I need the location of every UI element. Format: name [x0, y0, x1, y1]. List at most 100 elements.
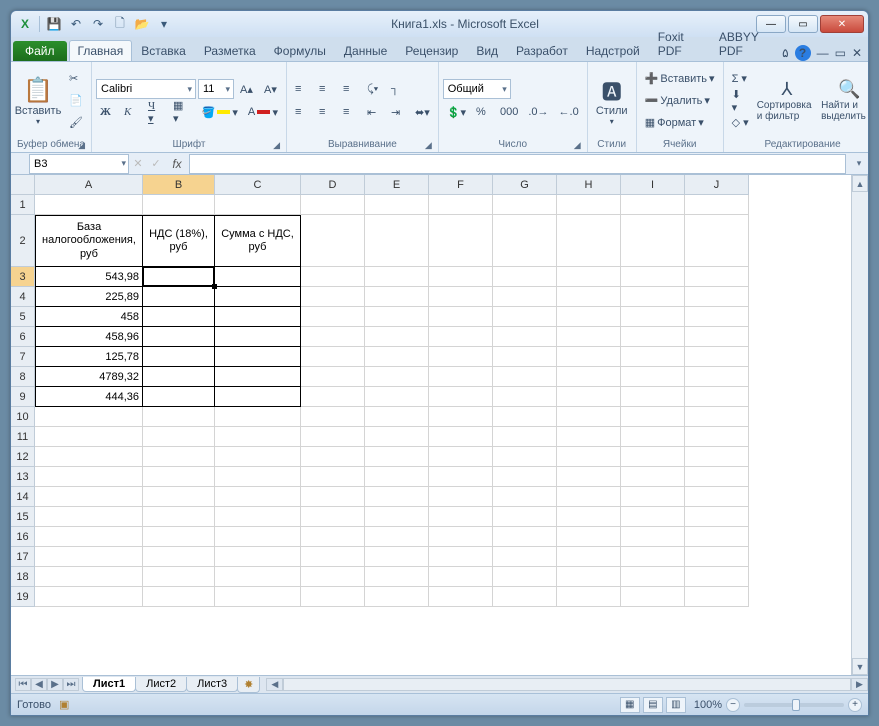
cell[interactable] [429, 267, 493, 287]
cell[interactable] [429, 447, 493, 467]
new-icon[interactable]: 🗋 [110, 14, 130, 34]
cell[interactable] [35, 407, 143, 427]
column-header[interactable]: F [429, 175, 493, 195]
cell[interactable] [685, 427, 749, 447]
cell[interactable] [493, 527, 557, 547]
cell[interactable]: 458 [35, 307, 143, 327]
fill-button[interactable]: ⬇ ▾ [728, 91, 753, 111]
dec-decimal-button[interactable]: ←.0 [555, 102, 583, 122]
cell[interactable] [493, 427, 557, 447]
cell[interactable] [301, 307, 365, 327]
zoom-level[interactable]: 100% [694, 699, 722, 711]
wrap-text-button[interactable]: ┐ [387, 79, 409, 99]
cell[interactable] [493, 287, 557, 307]
cell[interactable] [557, 387, 621, 407]
cell[interactable] [215, 587, 301, 607]
cell[interactable] [621, 547, 685, 567]
cell[interactable] [685, 547, 749, 567]
cell[interactable] [493, 487, 557, 507]
sheet-tab[interactable]: Лист2 [135, 677, 187, 692]
tab-developer[interactable]: Разработ [507, 40, 577, 61]
cell[interactable] [143, 287, 215, 307]
formula-bar[interactable] [189, 154, 846, 174]
cell[interactable] [143, 587, 215, 607]
file-tab[interactable]: Файл [13, 41, 67, 61]
cell[interactable] [429, 507, 493, 527]
undo-icon[interactable]: ↶ [66, 14, 86, 34]
row-header[interactable]: 13 [11, 467, 35, 487]
ribbon-minimize-icon[interactable]: ۵ [782, 46, 788, 60]
cell[interactable] [621, 507, 685, 527]
cell[interactable] [215, 507, 301, 527]
zoom-slider[interactable] [744, 703, 844, 707]
column-header[interactable]: J [685, 175, 749, 195]
cell[interactable] [557, 487, 621, 507]
cell[interactable] [35, 567, 143, 587]
cell[interactable] [301, 387, 365, 407]
cell[interactable] [429, 327, 493, 347]
cell[interactable] [685, 387, 749, 407]
cell[interactable] [621, 347, 685, 367]
cell[interactable] [215, 347, 301, 367]
row-header[interactable]: 2 [11, 215, 35, 267]
cell[interactable] [301, 587, 365, 607]
cell[interactable] [35, 547, 143, 567]
cell[interactable] [557, 287, 621, 307]
sheet-tab[interactable]: Лист1 [82, 677, 136, 692]
cell[interactable] [429, 487, 493, 507]
tab-view[interactable]: Вид [467, 40, 507, 61]
cell[interactable] [621, 527, 685, 547]
cell[interactable] [143, 427, 215, 447]
cell[interactable] [493, 547, 557, 567]
scroll-down-icon[interactable]: ▼ [852, 658, 868, 675]
clear-button[interactable]: ◇ ▾ [728, 113, 753, 133]
cell[interactable] [557, 467, 621, 487]
cell[interactable] [35, 467, 143, 487]
cell[interactable] [557, 587, 621, 607]
cell[interactable] [621, 367, 685, 387]
row-header[interactable]: 14 [11, 487, 35, 507]
cell[interactable] [365, 287, 429, 307]
percent-button[interactable]: % [472, 102, 494, 122]
cell[interactable] [429, 427, 493, 447]
vertical-scrollbar[interactable]: ▲ ▼ [851, 175, 868, 675]
cell[interactable] [215, 427, 301, 447]
cell[interactable] [215, 487, 301, 507]
qat-customize-icon[interactable]: ▾ [154, 14, 174, 34]
cell[interactable] [621, 327, 685, 347]
tab-home[interactable]: Главная [69, 40, 133, 61]
cell[interactable] [365, 307, 429, 327]
tab-insert[interactable]: Вставка [132, 40, 195, 61]
cell[interactable] [215, 195, 301, 215]
cell[interactable] [143, 527, 215, 547]
cell[interactable] [621, 387, 685, 407]
cell[interactable] [365, 387, 429, 407]
cell[interactable] [35, 427, 143, 447]
row-header[interactable]: 6 [11, 327, 35, 347]
cell[interactable] [429, 567, 493, 587]
macro-record-icon[interactable]: ▣ [59, 698, 69, 711]
increase-indent-button[interactable]: ⇥ [387, 102, 409, 122]
sheet-nav-next-icon[interactable]: ▶ [47, 678, 63, 691]
cell[interactable] [429, 587, 493, 607]
column-header[interactable]: G [493, 175, 557, 195]
cell[interactable] [365, 467, 429, 487]
cell[interactable] [143, 347, 215, 367]
cell[interactable] [493, 447, 557, 467]
cell[interactable] [429, 215, 493, 267]
row-header[interactable]: 9 [11, 387, 35, 407]
cell[interactable] [621, 487, 685, 507]
column-header[interactable]: E [365, 175, 429, 195]
doc-minimize-icon[interactable]: — [817, 46, 829, 60]
cell[interactable] [35, 487, 143, 507]
cell[interactable] [493, 195, 557, 215]
cell[interactable] [301, 467, 365, 487]
cell[interactable] [685, 367, 749, 387]
cell[interactable] [143, 447, 215, 467]
cell[interactable] [143, 567, 215, 587]
page-layout-view-button[interactable]: ▤ [643, 697, 663, 713]
cell[interactable] [301, 327, 365, 347]
font-name-combo[interactable]: Calibri [96, 79, 196, 99]
cell[interactable] [143, 367, 215, 387]
cell[interactable] [685, 507, 749, 527]
